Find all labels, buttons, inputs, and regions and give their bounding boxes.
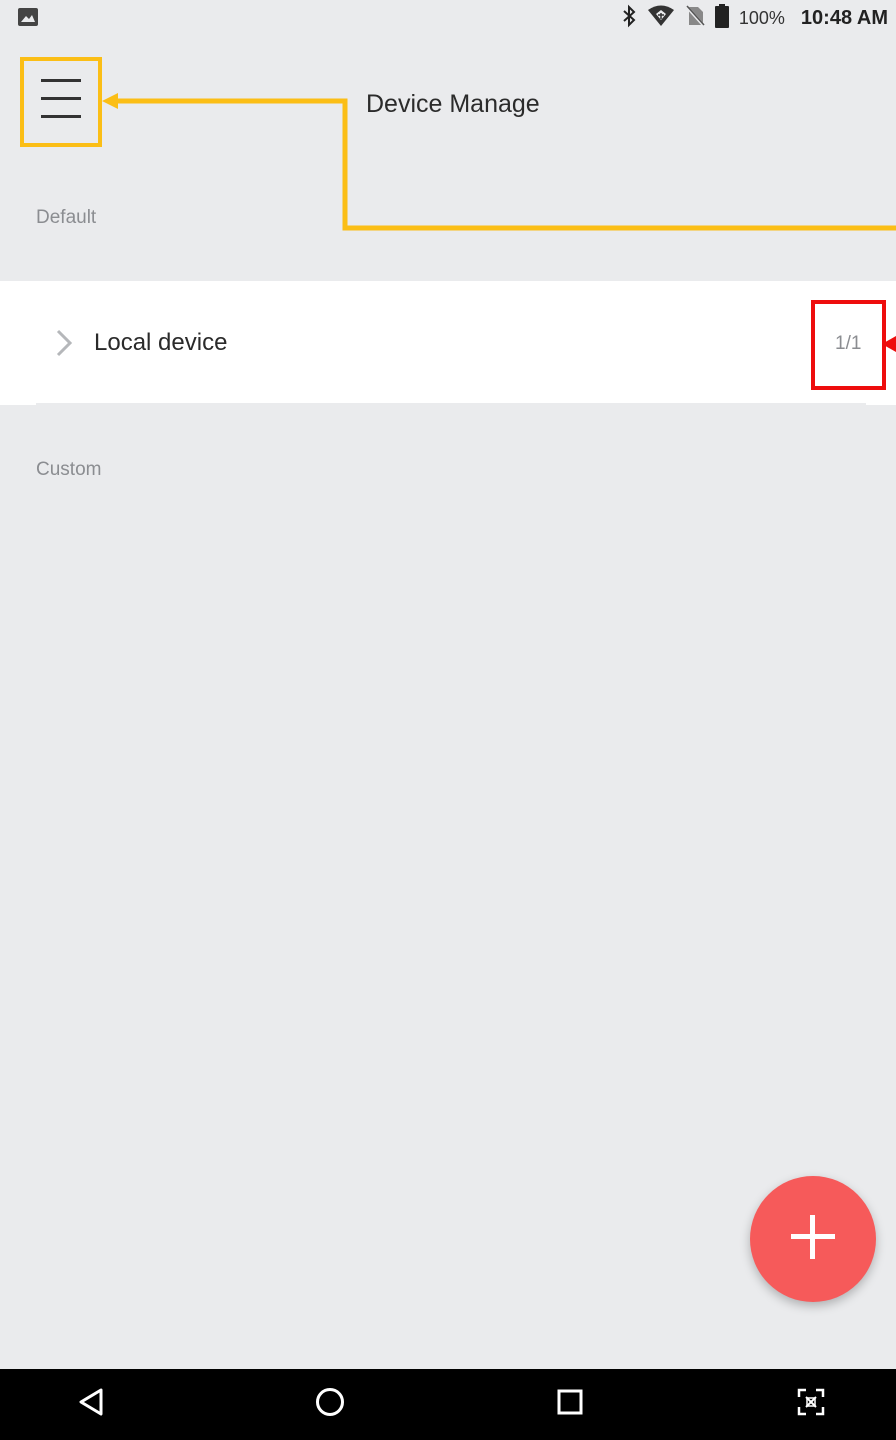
screenshot-icon <box>796 1387 826 1422</box>
device-name: Local device <box>94 329 228 356</box>
battery-percent: 100% <box>738 7 785 28</box>
status-icons: 100% 10:48 AM <box>621 3 888 33</box>
back-icon <box>77 1387 105 1422</box>
home-icon <box>315 1387 345 1422</box>
status-bar: 100% 10:48 AM <box>0 0 896 36</box>
clock: 10:48 AM <box>800 6 888 29</box>
section-label-default: Default <box>36 207 97 228</box>
no-sim-icon <box>684 4 705 32</box>
chevron-right-icon <box>52 328 76 358</box>
section-label-custom: Custom <box>36 459 102 480</box>
wifi-icon <box>647 5 675 32</box>
home-button[interactable] <box>285 1369 375 1440</box>
device-count: 1/1 <box>835 333 862 354</box>
battery-icon <box>714 3 729 33</box>
device-row-local[interactable]: Local device 1/1 <box>0 281 896 405</box>
recents-button[interactable] <box>525 1369 615 1440</box>
navigation-bar <box>0 1369 896 1440</box>
hamburger-menu-icon <box>39 76 83 127</box>
recents-icon <box>556 1388 584 1421</box>
add-device-button[interactable] <box>750 1176 876 1302</box>
menu-button[interactable] <box>24 60 98 142</box>
plus-icon <box>789 1213 837 1266</box>
row-divider <box>36 403 866 405</box>
screen: 100% 10:48 AM Device Manage Default Loca… <box>0 0 896 1440</box>
back-button[interactable] <box>46 1369 136 1440</box>
image-icon <box>18 8 38 26</box>
bluetooth-icon <box>621 4 637 33</box>
page-title: Device Manage <box>366 90 540 118</box>
screenshot-button[interactable] <box>766 1369 856 1440</box>
